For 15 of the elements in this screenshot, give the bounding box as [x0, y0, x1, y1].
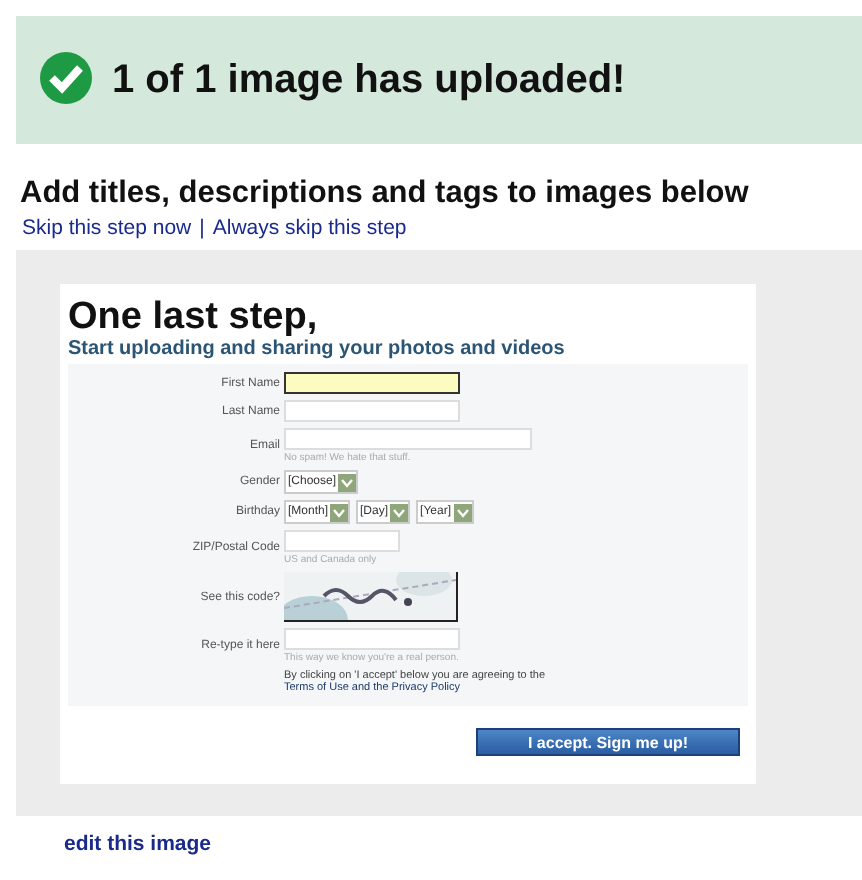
- edit-link[interactable]: edit this image: [64, 832, 862, 856]
- text-input[interactable]: [284, 372, 460, 394]
- signup-subtitle: Start uploading and sharing your photos and videos: [68, 338, 567, 360]
- dropdown-arrow-icon: [330, 503, 349, 521]
- skip-link[interactable]: Always skip this step: [212, 216, 407, 240]
- check-icon: [36, 50, 96, 110]
- dropdown-arrow-icon: [390, 503, 409, 521]
- signup-button[interactable]: I accept. Sign me up!: [476, 728, 740, 756]
- page-heading: Add titles, descriptions and tags to images below: [20, 176, 751, 212]
- signup-title: One last step,: [68, 296, 320, 338]
- dropdown-arrow-icon: [338, 473, 357, 491]
- banner-title: 1 of 1 image has uploaded!: [112, 57, 626, 103]
- separator: |: [199, 216, 205, 240]
- dropdown-arrow-icon: [453, 503, 471, 521]
- skip-link[interactable]: Skip this step now: [22, 216, 192, 240]
